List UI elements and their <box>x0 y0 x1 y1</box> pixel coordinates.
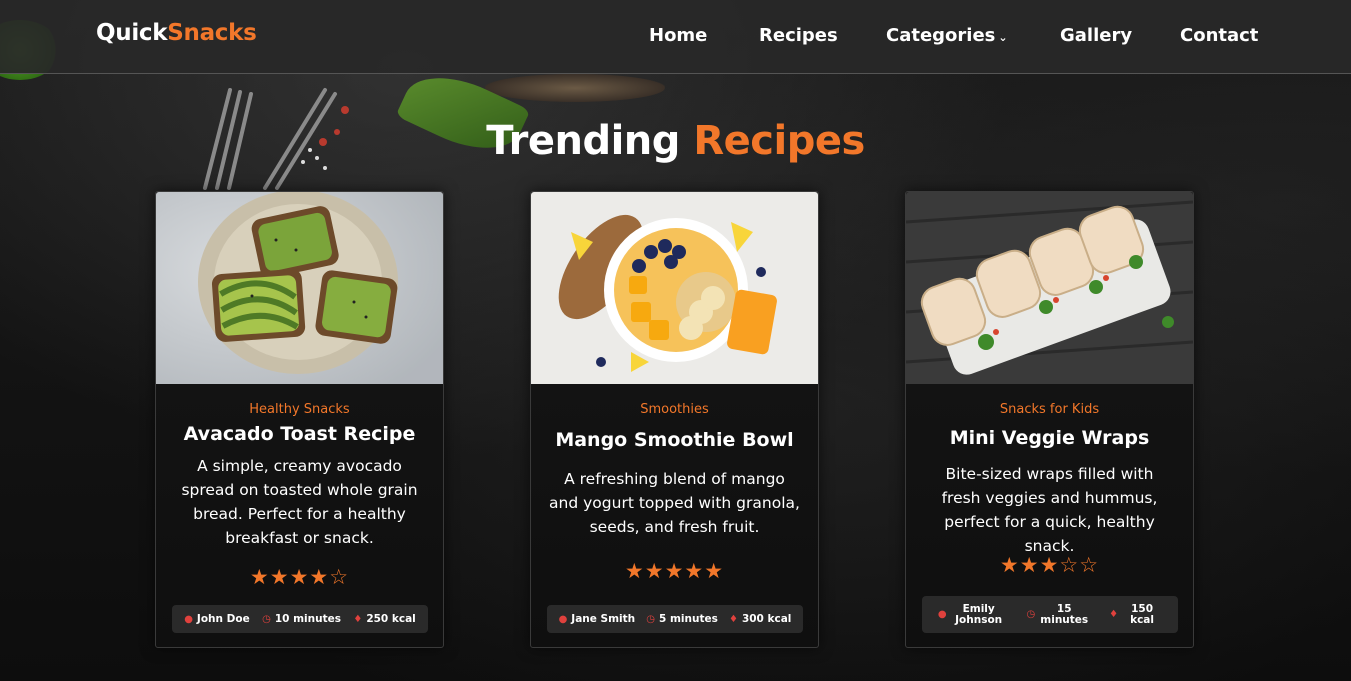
recipe-title[interactable]: Mango Smoothie Bowl <box>531 429 818 451</box>
timer-icon: ◷ <box>262 613 271 625</box>
meta-time: ◷ 15 minutes <box>1026 602 1090 626</box>
heading-part2: Recipes <box>693 118 865 164</box>
recipe-title[interactable]: Mini Veggie Wraps <box>906 427 1193 449</box>
recipe-card[interactable]: Smoothies Mango Smoothie Bowl A refreshi… <box>530 191 819 648</box>
user-icon: ● <box>184 613 193 625</box>
recipe-meta: ● Jane Smith ◷ 5 minutes ♦ 300 kcal <box>547 605 803 633</box>
prep-time: 5 minutes <box>659 613 718 625</box>
meta-time: ◷ 10 minutes <box>262 613 341 625</box>
recipe-category[interactable]: Healthy Snacks <box>156 402 443 417</box>
meta-time: ◷ 5 minutes <box>646 613 718 625</box>
brand-logo[interactable]: QuickSnacks <box>96 20 257 46</box>
meta-calories: ♦ 150 kcal <box>1109 602 1162 626</box>
nav-contact[interactable]: Contact <box>1180 25 1258 46</box>
recipe-description: A simple, creamy avocado spread on toast… <box>181 457 418 547</box>
author-name: Emily Johnson <box>955 602 1003 626</box>
flame-icon: ♦ <box>728 613 738 625</box>
meta-author: ● John Doe <box>184 613 250 625</box>
recipe-category[interactable]: Smoothies <box>531 402 818 417</box>
recipe-card[interactable]: Healthy Snacks Avacado Toast Recipe A si… <box>155 191 444 648</box>
chevron-down-icon: ⌄ <box>998 31 1008 44</box>
user-icon: ● <box>558 613 568 625</box>
timer-icon: ◷ <box>646 613 655 625</box>
star-rating: ★★★★☆ <box>249 565 350 589</box>
calories: 300 kcal <box>741 613 792 625</box>
flame-icon: ♦ <box>1109 609 1119 620</box>
prep-time: 10 minutes <box>274 613 341 625</box>
nav-gallery[interactable]: Gallery <box>1060 25 1132 46</box>
meta-author: ● Emily Johnson <box>937 602 1007 626</box>
navbar: QuickSnacks Home Recipes Categories ⌄ Gal… <box>0 0 1351 74</box>
section-heading: Trending Recipes <box>0 118 1351 164</box>
user-icon: ● <box>937 609 947 620</box>
nav-home[interactable]: Home <box>649 25 707 46</box>
recipe-title[interactable]: Avacado Toast Recipe <box>156 423 443 445</box>
star-rating: ★★★★★ <box>624 559 725 583</box>
meta-author: ● Jane Smith <box>559 613 636 625</box>
spice-bowl-decoration <box>485 74 665 102</box>
recipe-image-veggie-wraps <box>906 192 1193 384</box>
recipe-card[interactable]: Snacks for Kids Mini Veggie Wraps Bite-s… <box>905 191 1194 648</box>
brand-part1: Quick <box>96 20 168 46</box>
recipe-category[interactable]: Snacks for Kids <box>906 402 1193 417</box>
recipe-meta: ● John Doe ◷ 10 minutes ♦ 250 kcal <box>172 605 428 633</box>
author-name: John Doe <box>196 613 250 625</box>
recipe-description: A refreshing blend of mango and yogurt t… <box>549 470 800 536</box>
recipe-meta: ● Emily Johnson ◷ 15 minutes ♦ 150 kcal <box>922 596 1178 633</box>
star-rating: ★★★☆☆ <box>999 553 1100 577</box>
nav-recipes[interactable]: Recipes <box>759 25 838 46</box>
recipe-image-mango-smoothie <box>531 192 818 384</box>
brand-part2: Snacks <box>167 20 257 46</box>
nav-categories[interactable]: Categories ⌄ <box>886 25 1008 46</box>
timer-icon: ◷ <box>1026 609 1036 620</box>
flame-icon: ♦ <box>353 613 363 625</box>
prep-time: 15 minutes <box>1040 602 1089 626</box>
recipe-description: Bite-sized wraps filled with fresh veggi… <box>941 465 1158 555</box>
nav-categories-label: Categories <box>886 25 996 46</box>
calories: 250 kcal <box>366 613 416 625</box>
meta-calories: ♦ 250 kcal <box>353 613 415 625</box>
heading-part1: Trending <box>486 118 680 164</box>
meta-calories: ♦ 300 kcal <box>729 613 791 625</box>
recipe-image-avocado-toast <box>156 192 443 384</box>
calories: 150 kcal <box>1130 602 1154 626</box>
author-name: Jane Smith <box>571 613 636 625</box>
